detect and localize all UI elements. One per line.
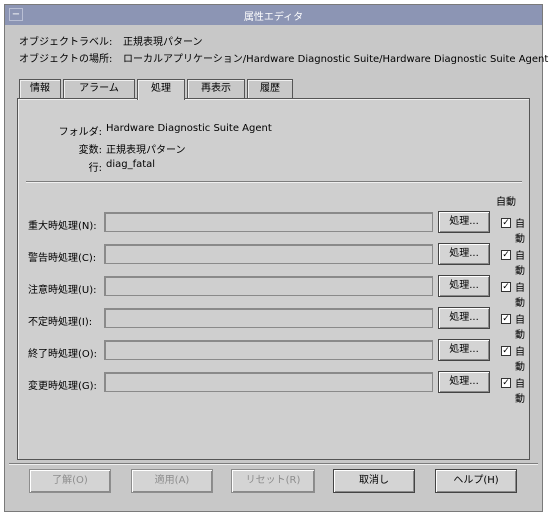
auto-column-header: 自動 [496,197,516,208]
indeterminate-action-field[interactable] [104,308,433,328]
critical-action-button[interactable]: 処理... [438,211,490,233]
close-action-field[interactable] [104,340,433,360]
object-location-row: オブジェクトの場所: ローカルアプリケーション/Hardware Diagnost… [19,50,548,65]
ok-button[interactable]: 了解(O) [29,469,111,493]
caution-action-label: 注意時処理(U): [28,285,97,296]
change-action-label: 変更時処理(G): [28,381,97,392]
warning-action-label: 警告時処理(C): [28,253,97,264]
row-value: diag_fatal [106,159,156,170]
action-panel: フォルダ: Hardware Diagnostic Suite Agent 変数… [17,98,530,460]
tab-refresh[interactable]: 再表示 [187,79,245,98]
object-location-value: ローカルアプリケーション/Hardware Diagnostic Suite/H… [123,54,549,65]
reset-button[interactable]: リセット(R) [231,469,315,493]
warning-auto-label: 自動 [515,251,525,277]
variable-label: 変数: [78,145,102,156]
apply-button[interactable]: 適用(A) [131,469,213,493]
critical-auto-label: 自動 [515,219,525,245]
cancel-button[interactable]: 取消し [333,469,415,493]
critical-action-field[interactable] [104,212,433,232]
tab-alarm[interactable]: アラーム [63,79,135,98]
caution-auto-checkbox[interactable]: ✓ [501,282,511,292]
folder-label: フォルダ: [58,127,102,138]
indeterminate-auto-label: 自動 [515,315,525,341]
object-label-row: オブジェクトラベル: 正規表現パターン [19,33,203,48]
close-auto-label: 自動 [515,347,525,373]
indeterminate-auto-checkbox[interactable]: ✓ [501,314,511,324]
indeterminate-action-label: 不定時処理(I): [28,317,93,328]
window-title: 属性エディタ [243,12,304,23]
critical-auto-checkbox[interactable]: ✓ [501,218,511,228]
tab-action[interactable]: 処理 [137,79,185,100]
tab-info[interactable]: 情報 [19,79,61,98]
close-action-button[interactable]: 処理... [438,339,490,361]
warning-action-button[interactable]: 処理... [438,243,490,265]
folder-value: Hardware Diagnostic Suite Agent [106,123,272,134]
change-auto-checkbox[interactable]: ✓ [501,378,511,388]
warning-auto-checkbox[interactable]: ✓ [501,250,511,260]
change-action-field[interactable] [104,372,433,392]
object-label-value: 正規表現パターン [123,37,203,48]
indeterminate-action-button[interactable]: 処理... [438,307,490,329]
attribute-editor-window: − 属性エディタ オブジェクトラベル: 正規表現パターン オブジェクトの場所: ロー… [4,4,548,512]
change-action-button[interactable]: 処理... [438,371,490,393]
caution-auto-label: 自動 [515,283,525,309]
variable-value: 正規表現パターン [106,145,186,156]
close-auto-checkbox[interactable]: ✓ [501,346,511,356]
change-auto-label: 自動 [515,379,525,405]
warning-action-field[interactable] [104,244,433,264]
caution-action-button[interactable]: 処理... [438,275,490,297]
close-action-label: 終了時処理(O): [28,349,98,360]
critical-action-label: 重大時処理(N): [28,221,97,232]
title-bar[interactable]: − 属性エディタ [5,5,542,25]
tab-history[interactable]: 履歴 [247,79,293,98]
footer-separator [9,463,538,465]
row-label: 行: [88,163,102,174]
object-label-caption: オブジェクトラベル: [19,37,113,48]
help-button[interactable]: ヘルプ(H) [435,469,517,493]
separator [26,181,522,183]
object-location-caption: オブジェクトの場所: [19,54,113,65]
caution-action-field[interactable] [104,276,433,296]
